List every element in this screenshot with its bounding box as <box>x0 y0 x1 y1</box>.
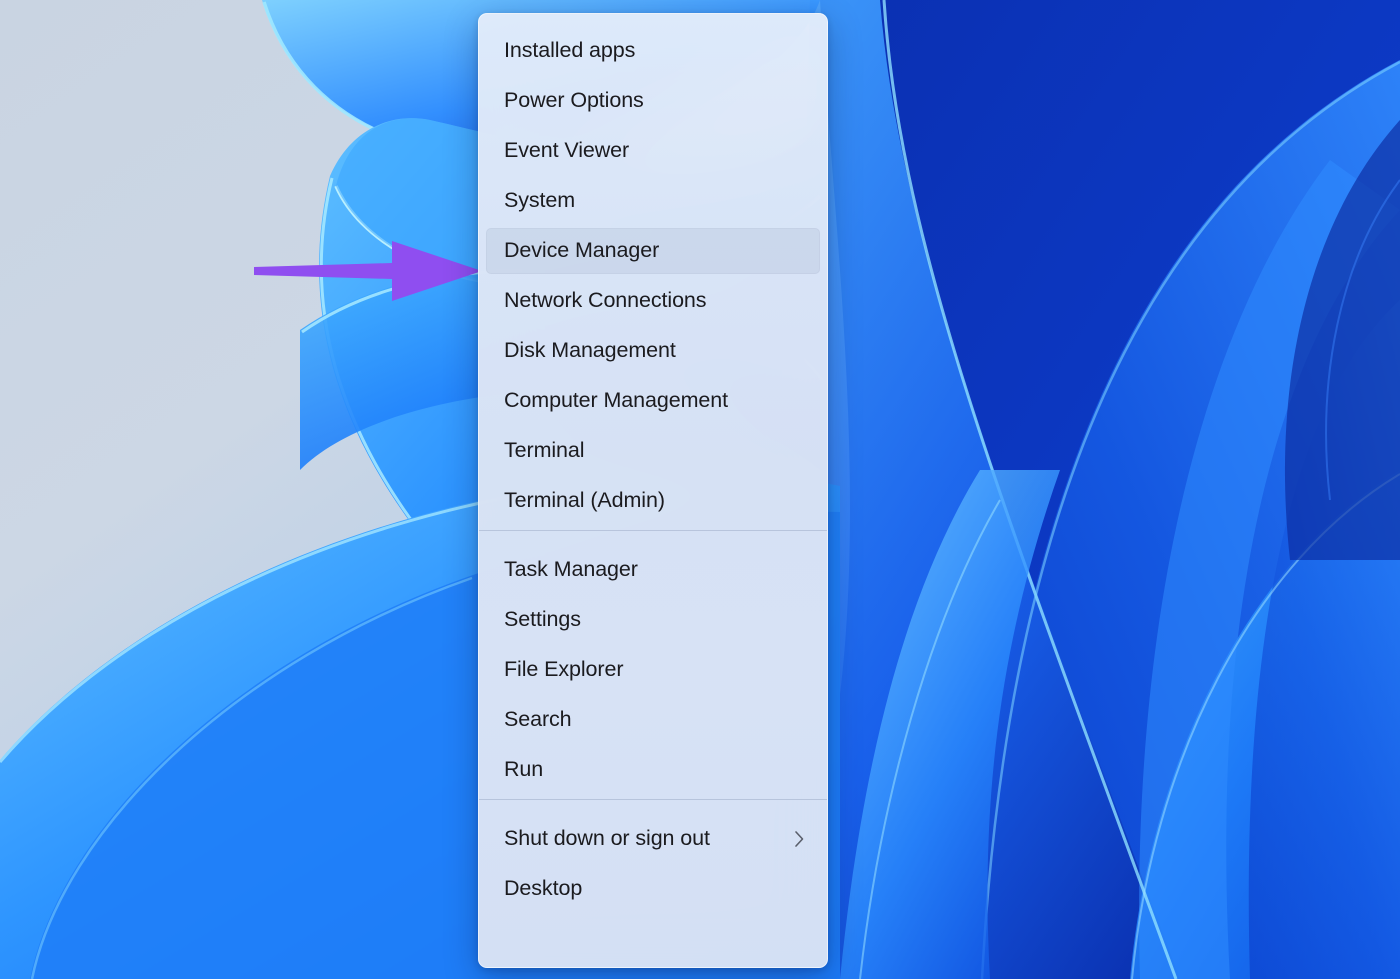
menu-item-label: Computer Management <box>504 388 728 413</box>
menu-item-label: Search <box>504 707 572 732</box>
menu-item-file-explorer[interactable]: File Explorer <box>486 647 820 693</box>
win-x-quick-link-menu[interactable]: Installed apps Power Options Event Viewe… <box>478 13 828 968</box>
menu-item-desktop[interactable]: Desktop <box>486 866 820 912</box>
menu-item-event-viewer[interactable]: Event Viewer <box>486 128 820 174</box>
menu-group-session: Shut down or sign out Desktop <box>479 806 827 912</box>
menu-item-label: Device Manager <box>504 238 660 263</box>
menu-item-terminal-admin[interactable]: Terminal (Admin) <box>486 478 820 524</box>
menu-item-network-connections[interactable]: Network Connections <box>486 278 820 324</box>
menu-item-search[interactable]: Search <box>486 697 820 743</box>
menu-item-label: Settings <box>504 607 581 632</box>
menu-item-label: Disk Management <box>504 338 676 363</box>
menu-item-task-manager[interactable]: Task Manager <box>486 547 820 593</box>
menu-item-label: Network Connections <box>504 288 707 313</box>
menu-group-system-tools: Installed apps Power Options Event Viewe… <box>479 14 827 524</box>
menu-item-label: System <box>504 188 576 213</box>
menu-item-system[interactable]: System <box>486 178 820 224</box>
desktop-screen: Installed apps Power Options Event Viewe… <box>0 0 1400 979</box>
menu-item-disk-management[interactable]: Disk Management <box>486 328 820 374</box>
menu-item-label: Desktop <box>504 876 583 901</box>
menu-item-label: File Explorer <box>504 657 624 682</box>
menu-item-installed-apps[interactable]: Installed apps <box>486 28 820 74</box>
menu-group-apps: Task Manager Settings File Explorer Sear… <box>479 537 827 793</box>
menu-item-label: Terminal <box>504 438 585 463</box>
menu-item-label: Run <box>504 757 544 782</box>
menu-item-shut-down-or-sign-out[interactable]: Shut down or sign out <box>486 816 820 862</box>
menu-item-label: Task Manager <box>504 557 638 582</box>
menu-item-label: Shut down or sign out <box>504 826 710 851</box>
menu-item-label: Terminal (Admin) <box>504 488 665 513</box>
menu-item-device-manager[interactable]: Device Manager <box>486 228 820 274</box>
menu-item-computer-management[interactable]: Computer Management <box>486 378 820 424</box>
menu-item-label: Installed apps <box>504 38 636 63</box>
menu-item-terminal[interactable]: Terminal <box>486 428 820 474</box>
chevron-right-icon <box>792 828 806 850</box>
menu-item-label: Event Viewer <box>504 138 630 163</box>
menu-item-label: Power Options <box>504 88 644 113</box>
menu-item-power-options[interactable]: Power Options <box>486 78 820 124</box>
menu-separator-2 <box>479 799 827 800</box>
menu-item-settings[interactable]: Settings <box>486 597 820 643</box>
menu-item-run[interactable]: Run <box>486 747 820 793</box>
menu-separator-1 <box>479 530 827 531</box>
